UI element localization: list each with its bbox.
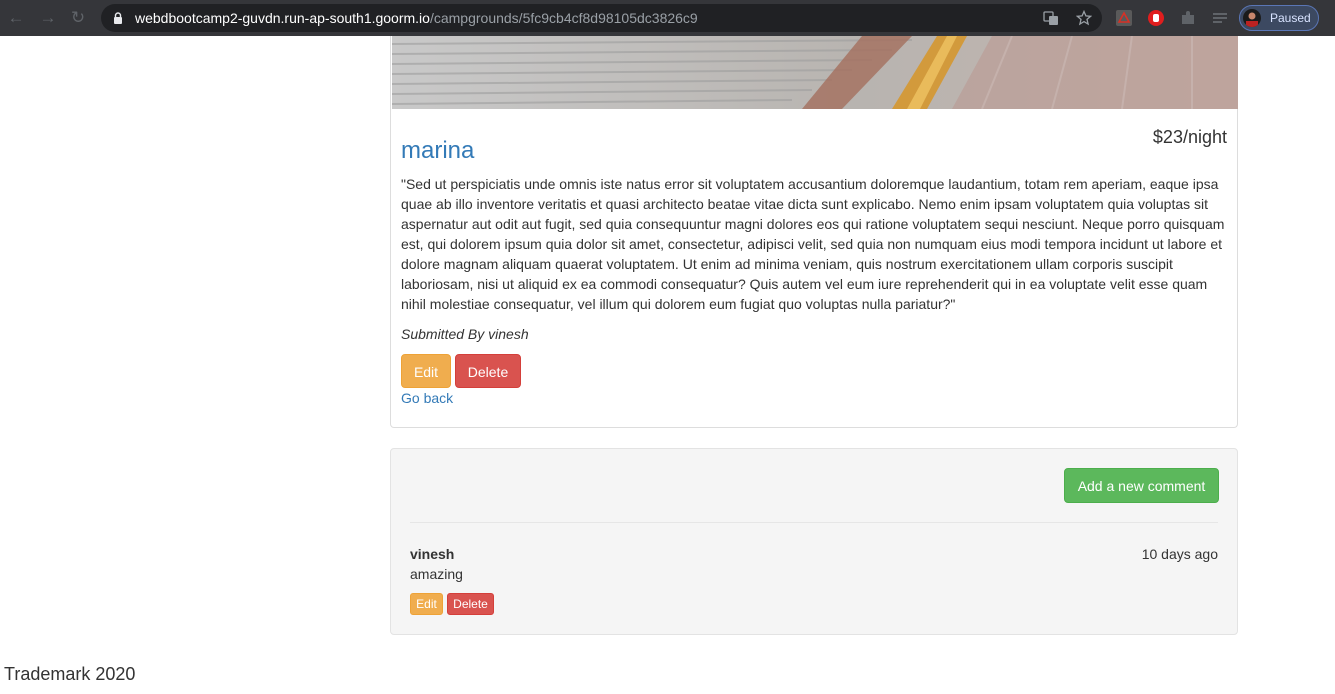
avatar xyxy=(1243,9,1261,27)
edit-campground-button[interactable]: Edit xyxy=(401,354,451,388)
forward-icon[interactable]: → xyxy=(38,8,58,28)
address-bar[interactable]: webdbootcamp2-guvdn.run-ap-south1.goorm.… xyxy=(101,4,1102,32)
delete-campground-button[interactable]: Delete xyxy=(455,354,521,388)
reading-list-icon[interactable] xyxy=(1211,9,1229,27)
profile-button[interactable]: Paused xyxy=(1239,5,1319,31)
edit-comment-button[interactable]: Edit xyxy=(410,593,443,615)
go-back-link[interactable]: Go back xyxy=(401,388,453,408)
url-host: webdbootcamp2-guvdn.run-ap-south1.goorm.… xyxy=(135,10,430,26)
browser-toolbar: ← → ↻ webdbootcamp2-guvdn.run-ap-south1.… xyxy=(0,0,1335,36)
comment-text: amazing xyxy=(410,566,463,582)
campground-price: $23/night xyxy=(1152,127,1227,147)
footer-text: Trademark 2020 xyxy=(4,664,136,684)
puzzle-extension-icon[interactable] xyxy=(1179,9,1197,27)
lock-icon xyxy=(114,12,122,24)
campground-card: $23/night marina "Sed ut perspiciatis un… xyxy=(390,36,1238,428)
comments-divider xyxy=(410,522,1218,523)
campground-image xyxy=(392,36,1238,109)
delete-comment-button[interactable]: Delete xyxy=(447,593,494,615)
comments-section: Add a new comment vinesh 10 days ago ama… xyxy=(390,448,1238,635)
url-path: /campgrounds/5fc9cb4cf8d98105dc3826c9 xyxy=(429,10,698,26)
url-text[interactable]: webdbootcamp2-guvdn.run-ap-south1.goorm.… xyxy=(135,9,698,27)
submitted-by: Submitted By vinesh xyxy=(401,326,529,342)
campground-description: "Sed ut perspiciatis unde omnis iste nat… xyxy=(401,176,1225,312)
comment-author: vinesh xyxy=(410,546,455,562)
pdf-extension-icon[interactable] xyxy=(1115,9,1133,27)
add-comment-button[interactable]: Add a new comment xyxy=(1064,468,1219,503)
back-icon[interactable]: ← xyxy=(6,8,26,28)
profile-status: Paused xyxy=(1270,11,1311,25)
reload-icon[interactable]: ↻ xyxy=(68,8,88,28)
hand-extension-icon[interactable] xyxy=(1147,9,1165,27)
star-icon[interactable] xyxy=(1076,10,1092,26)
translate-icon[interactable] xyxy=(1043,10,1059,26)
comment-timestamp: 10 days ago xyxy=(1141,546,1218,562)
campground-title[interactable]: marina xyxy=(401,137,474,165)
